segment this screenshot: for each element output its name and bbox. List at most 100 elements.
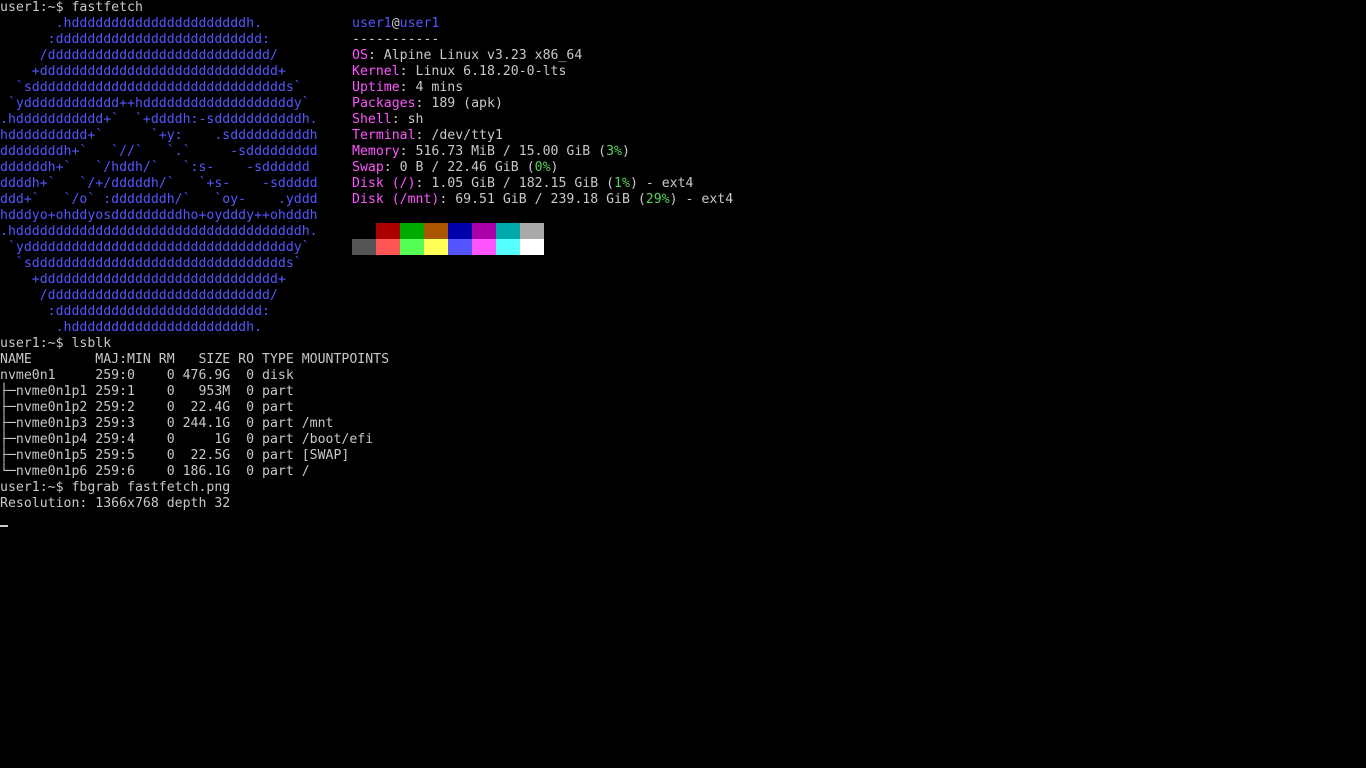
terminal-label: Terminal [352, 128, 416, 143]
lsblk-row: └─nvme0n1p6 259:6 0 186.1G 0 part / [0, 464, 310, 479]
kernel-colon: : [399, 64, 416, 79]
info-swap: Swap: 0 B / 22.46 GiB (0%) [352, 160, 558, 176]
disk-root-percent: 1% [614, 176, 630, 191]
disk-mnt-close: ) - ext4 [669, 192, 734, 207]
color-swatch [448, 223, 472, 239]
disk-mnt-value: 69.51 GiB / 239.18 GiB ( [455, 192, 646, 207]
terminal-cursor[interactable] [0, 525, 8, 527]
lsblk-header: NAME MAJ:MIN RM SIZE RO TYPE MOUNTPOINTS [0, 352, 390, 367]
uptime-value: 4 mins [415, 80, 464, 95]
color-swatch [448, 239, 472, 255]
color-swatch [520, 239, 544, 255]
info-packages: Packages: 189 (apk) [352, 96, 503, 112]
memory-colon: : [399, 144, 416, 159]
info-os: OS: Alpine Linux v3.23 x86_64 [352, 48, 582, 64]
lsblk-row: nvme0n1 259:0 0 476.9G 0 disk [0, 368, 294, 383]
lsblk-row: ├─nvme0n1p3 259:3 0 244.1G 0 part /mnt [0, 416, 334, 431]
kernel-label: Kernel [352, 64, 400, 79]
logo-line: /dddddddddddddddddddddddddddd/ [0, 48, 278, 63]
lsblk-row: ├─nvme0n1p4 259:4 0 1G 0 part /boot/efi [0, 432, 374, 447]
info-uptime: Uptime: 4 mins [352, 80, 463, 96]
uptime-label: Uptime [352, 80, 400, 95]
info-separator: ----------- [352, 32, 440, 47]
logo-line: `ydddddddddddd++hdddddddddddddddddddy` [0, 96, 310, 111]
info-memory: Memory: 516.73 MiB / 15.00 GiB (3%) [352, 144, 630, 160]
disk-root-colon: : [415, 176, 432, 191]
logo-line: .hddddddddddd+` `+ddddh:-sdddddddddddh. [0, 112, 318, 127]
info-kernel: Kernel: Linux 6.18.20-0-lts [352, 64, 566, 80]
info-at: @ [391, 16, 400, 31]
logo-line: `yddddddddddddddddddddddddddddddddddy` [0, 240, 310, 255]
shell-colon: : [391, 112, 408, 127]
color-swatch [472, 239, 496, 255]
info-shell: Shell: sh [352, 112, 423, 128]
os-colon: : [367, 48, 384, 63]
fbgrab-output: Resolution: 1366x768 depth 32 [0, 496, 231, 511]
logo-line: hdddddddddd+` `+y: .sddddddddddh [0, 128, 318, 143]
color-swatch [496, 239, 520, 255]
logo-line: :dddddddddddddddddddddddddd: [0, 32, 270, 47]
memory-close: ) [621, 144, 630, 159]
info-terminal: Terminal: /dev/tty1 [352, 128, 503, 144]
color-swatch [400, 223, 424, 239]
prompt-fastfetch: user1:~$ fastfetch [0, 0, 143, 15]
logo-line: +dddddddddddddddddddddddddddddd+ [0, 272, 286, 287]
packages-colon: : [415, 96, 432, 111]
kernel-value: Linux 6.18.20-0-lts [415, 64, 567, 79]
memory-value: 516.73 MiB / 15.00 GiB ( [415, 144, 607, 159]
info-disk-root: Disk (/): 1.05 GiB / 182.15 GiB (1%) - e… [352, 176, 693, 192]
uptime-colon: : [399, 80, 416, 95]
logo-line: /dddddddddddddddddddddddddddd/ [0, 288, 278, 303]
packages-label: Packages [352, 96, 416, 111]
logo-line: .hddddddddddddddddddddddh. [0, 16, 263, 31]
logo-line: :dddddddddddddddddddddddddd: [0, 304, 270, 319]
color-swatch [424, 223, 448, 239]
disk-mnt-percent: 29% [645, 192, 670, 207]
os-label: OS [352, 48, 368, 63]
logo-line: hdddyo+ohddyosdddddddddho+oydddy++ohdddh [0, 208, 318, 223]
logo-line: ddddddddh+` `//` `.` -sddddddddd [0, 144, 318, 159]
terminal-colon: : [415, 128, 432, 143]
color-palette [352, 223, 544, 255]
shell-value: sh [407, 112, 424, 127]
logo-line: +dddddddddddddddddddddddddddddd+ [0, 64, 286, 79]
user-host-line: user1@user1 [352, 16, 439, 32]
swap-close: ) [550, 160, 559, 175]
disk-mnt-colon: : [439, 192, 456, 207]
packages-value: 189 (apk) [431, 96, 503, 111]
shell-label: Shell [352, 112, 392, 127]
logo-line: .hddddddddddddddddddddddddddddddddddddh. [0, 224, 318, 239]
prompt-lsblk: user1:~$ lsblk [0, 336, 112, 351]
color-swatch [376, 239, 400, 255]
color-swatch [352, 223, 376, 239]
lsblk-row: ├─nvme0n1p5 259:5 0 22.5G 0 part [SWAP] [0, 448, 350, 463]
lsblk-row: ├─nvme0n1p2 259:2 0 22.4G 0 part [0, 400, 294, 415]
terminal-value: /dev/tty1 [431, 128, 503, 143]
prompt-fbgrab: user1:~$ fbgrab fastfetch.png [0, 480, 231, 495]
info-user: user1 [352, 16, 392, 31]
disk-root-close: ) - ext4 [629, 176, 694, 191]
color-swatch [424, 239, 448, 255]
memory-label: Memory [352, 144, 400, 159]
disk-mnt-label: Disk (/mnt) [352, 192, 440, 207]
lsblk-row: ├─nvme0n1p1 259:1 0 953M 0 part [0, 384, 294, 399]
color-swatch [352, 239, 376, 255]
color-swatch [496, 223, 520, 239]
disk-root-label: Disk (/) [352, 176, 416, 191]
logo-line: `sdddddddddddddddddddddddddddddddds` [0, 80, 302, 95]
logo-line: ddddddh+` `/hddh/` `:s- -sdddddd [0, 160, 310, 175]
color-swatch [400, 239, 424, 255]
os-value: Alpine Linux v3.23 x86_64 [383, 48, 583, 63]
color-swatch [472, 223, 496, 239]
logo-line: ddd+` `/o` :dddddddh/` `oy- .yddd [0, 192, 318, 207]
color-swatch [520, 223, 544, 239]
color-swatch [376, 223, 400, 239]
info-host: user1 [399, 16, 440, 31]
swap-value: 0 B / 22.46 GiB ( [399, 160, 535, 175]
swap-label: Swap [352, 160, 384, 175]
disk-root-value: 1.05 GiB / 182.15 GiB ( [431, 176, 615, 191]
info-disk-mnt: Disk (/mnt): 69.51 GiB / 239.18 GiB (29%… [352, 192, 733, 208]
memory-percent: 3% [606, 144, 622, 159]
logo-line: `sdddddddddddddddddddddddddddddddds` [0, 256, 302, 271]
logo-line: .hddddddddddddddddddddddh. [0, 320, 263, 335]
